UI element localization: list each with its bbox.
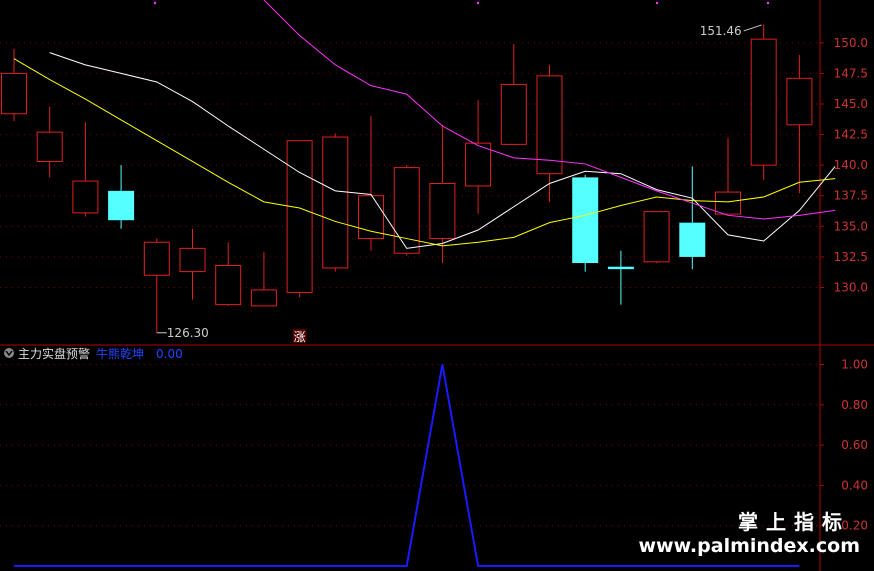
main-tick-label: 145.0 [834, 97, 868, 111]
candle-body-up [322, 136, 349, 269]
indicator-name: 主力实盘预警 [18, 346, 90, 361]
main-tick-label: 150.0 [834, 36, 868, 50]
watermark: 掌上指标 www.palmindex.com [638, 506, 860, 557]
collapse-icon [4, 348, 14, 358]
candle-body-up [215, 264, 242, 306]
top-marker [766, 1, 770, 5]
main-tick-label: 137.5 [834, 189, 868, 203]
candle-body-down [679, 222, 706, 257]
main-tick-label: 132.5 [834, 250, 868, 264]
watermark-url: www.palmindex.com [638, 535, 860, 557]
main-tick-label: 135.0 [834, 219, 868, 233]
main-tick-label: 142.5 [834, 128, 868, 142]
watermark-cn: 掌上指标 [738, 510, 850, 534]
candle-body-up [250, 289, 277, 307]
candle-body-down [572, 177, 599, 264]
candle-body-up [286, 140, 313, 293]
candle-body-up [429, 183, 456, 240]
low-annotation: 126.30 [167, 326, 209, 340]
candle-body-down [108, 190, 135, 221]
candle-body-up [715, 191, 741, 215]
rise-marker: 涨 [294, 329, 306, 344]
candle-body-up [72, 180, 99, 214]
main-tick-label: 130.0 [834, 281, 868, 295]
sub-tick-label: 0.60 [841, 438, 868, 452]
candle-body-up [643, 211, 670, 263]
top-marker [153, 1, 157, 5]
series-name: 牛熊乾坤 [96, 346, 144, 361]
top-marker [476, 1, 480, 5]
candle-body-up [536, 75, 563, 175]
high-annotation: 151.46 [700, 24, 742, 38]
candle-body-up [179, 247, 206, 273]
high-annotation-arrow [743, 24, 762, 32]
candle-body-up [358, 195, 384, 240]
stock-chart: 130.0 132.5 135.0 137.5 140.0 142.5 145.0 147.5… [0, 0, 874, 571]
top-marker [655, 1, 659, 5]
candle-body-up [750, 38, 777, 166]
candle-body-up [786, 77, 813, 126]
candle-body-up [500, 83, 527, 145]
main-tick-label: 140.0 [834, 158, 868, 172]
candle-body-up [36, 131, 63, 162]
series-current-value: 0.00 [156, 347, 183, 361]
sub-tick-label: 0.80 [841, 398, 868, 412]
sub-tick-label: 0.40 [841, 478, 868, 492]
candle-body-up [465, 142, 492, 187]
candle-body-up [1, 72, 27, 115]
candle-body-up [143, 241, 170, 276]
main-tick-label: 147.5 [834, 66, 868, 80]
sub-tick-label: 1.00 [841, 358, 868, 372]
candle-body-down [607, 266, 634, 270]
